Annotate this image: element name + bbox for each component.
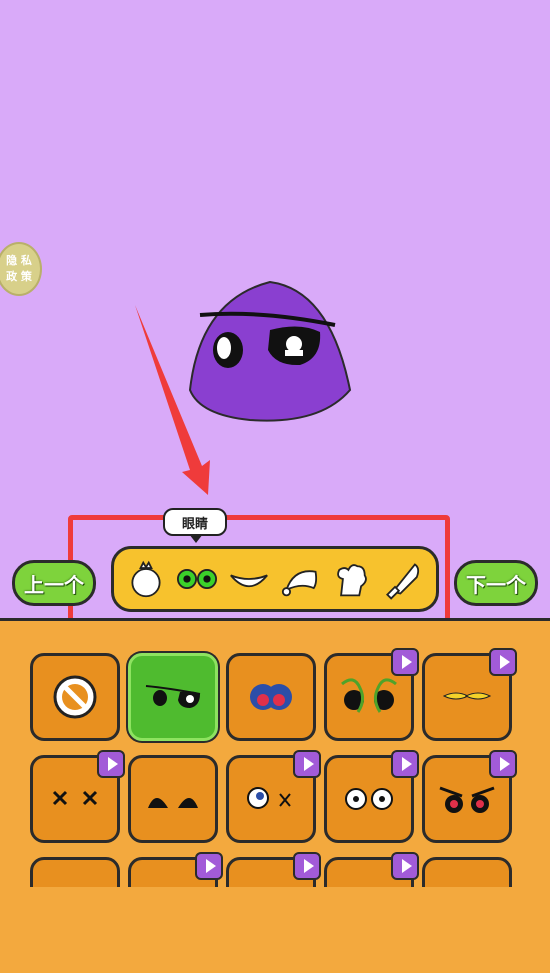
category-label: 眼睛 — [163, 508, 227, 543]
ad-play-badge — [391, 750, 419, 778]
ad-play-badge — [391, 852, 419, 880]
round-white-eyes-tile[interactable] — [324, 750, 419, 843]
ad-play-badge — [391, 648, 419, 676]
angry-red-eyes-tile[interactable] — [422, 750, 517, 843]
ad-play-badge — [195, 852, 223, 880]
none-tile[interactable] — [30, 653, 120, 741]
ad-play-badge — [293, 750, 321, 778]
knife-icon[interactable] — [384, 555, 424, 603]
red-heart-eyes-icon — [250, 684, 292, 710]
round-white-eyes-icon — [345, 788, 393, 810]
snake-eyes-tile[interactable] — [324, 648, 419, 741]
red-heart-eyes-tile[interactable] — [226, 653, 316, 741]
eyes-icon[interactable] — [177, 555, 218, 603]
mouth-icon[interactable] — [229, 555, 269, 603]
snake-eyes-icon — [341, 678, 397, 713]
yellow-sleepy-eyes-icon — [442, 692, 492, 700]
panel-bottom-cover — [0, 887, 550, 973]
glove-icon[interactable] — [332, 555, 372, 603]
crazy-eyes-icon — [247, 787, 291, 809]
x-eyes-tile[interactable] — [30, 750, 125, 843]
guide-arrow — [135, 305, 210, 495]
ad-play-badge — [97, 750, 125, 778]
category-bar — [111, 546, 439, 612]
next-button[interactable]: 下一个 — [454, 560, 538, 606]
hat-icon[interactable] — [281, 555, 321, 603]
none-icon — [53, 675, 97, 719]
half-closed-eyes-icon — [148, 798, 198, 808]
eyepatch-eyes-icon — [145, 685, 201, 708]
privacy-line-2: 政 策 — [6, 270, 32, 283]
ad-play-badge — [489, 648, 517, 676]
crazy-eyes-tile[interactable] — [226, 750, 321, 843]
previous-button[interactable]: 上一个 — [12, 560, 96, 606]
privacy-line-1: 隐 私 — [6, 254, 32, 267]
pet-stage: 隐 私 政 策 眼睛 上一个 下一个 — [0, 0, 550, 637]
ad-play-badge — [489, 750, 517, 778]
eyepatch-eyes-tile[interactable] — [128, 653, 218, 741]
ad-play-badge — [293, 852, 321, 880]
angry-red-eyes-icon — [439, 786, 495, 813]
privacy-policy-button[interactable]: 隐 私 政 策 — [0, 242, 42, 296]
body-icon[interactable] — [126, 555, 166, 603]
x-eyes-icon — [52, 790, 98, 806]
half-closed-eyes-tile[interactable] — [128, 755, 218, 843]
yellow-sleepy-eyes-tile[interactable] — [422, 648, 517, 741]
